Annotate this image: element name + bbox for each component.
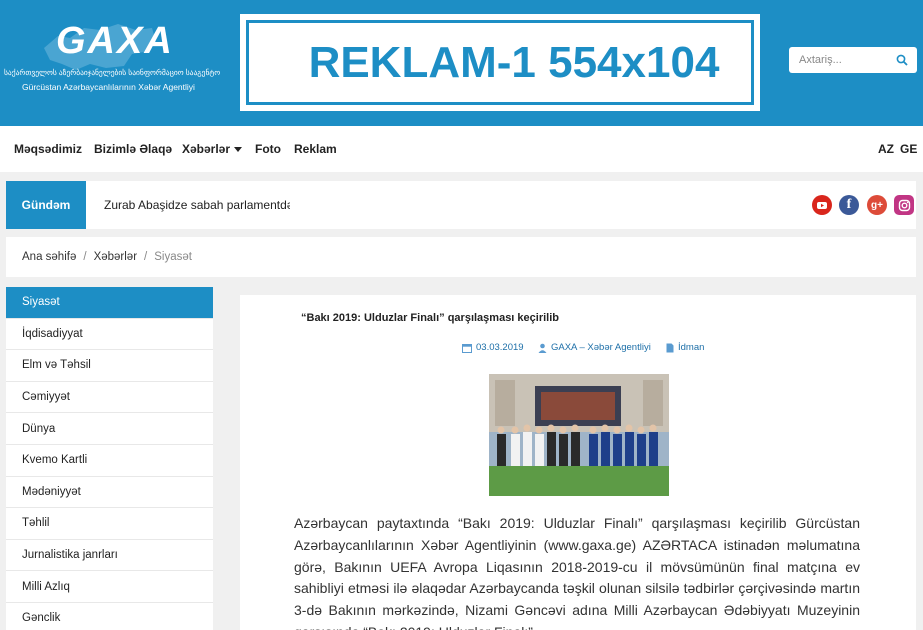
article-photo[interactable] — [489, 374, 669, 496]
nav-item-elaqe[interactable]: Bizimlə Əlaqə — [94, 142, 172, 156]
site-logo[interactable]: GAXA საქართველოს აზერბაიჯანელების საინფო… — [4, 14, 221, 100]
sidebar-item-iqdisadiyyat[interactable]: İqdisadiyyat — [6, 319, 213, 351]
instagram-icon — [898, 199, 910, 211]
article-author: GAXA – Xəbər Agentliyi — [538, 342, 651, 353]
ad-banner-frame: REKLAM-1 554x104 — [246, 20, 754, 105]
article-body: Azərbaycan paytaxtında “Bakı 2019: Ulduz… — [294, 515, 860, 630]
document-icon — [666, 343, 674, 352]
article-date-text: 03.03.2019 — [476, 342, 524, 353]
chevron-down-icon — [234, 147, 243, 153]
breadcrumb-xeberler[interactable]: Xəbərlər — [94, 251, 137, 263]
search-icon — [896, 54, 908, 66]
search-input[interactable] — [789, 48, 889, 72]
sidebar-item-medeniyyet[interactable]: Mədəniyyət — [6, 477, 213, 509]
ticker-label: Gündəm — [6, 181, 86, 229]
news-ticker-bar: Gündəm Zurab Abaşidze sabah parlamentdə … — [6, 181, 916, 229]
sidebar-item-genclik[interactable]: Gənclik — [6, 603, 213, 630]
breadcrumb-separator: / — [83, 251, 87, 263]
sidebar-item-dunya[interactable]: Dünya — [6, 413, 213, 445]
logo-subtitle-georgian: საქართველოს აზერბაიჯანელების საინფორმაცი… — [4, 68, 221, 77]
youtube-icon — [817, 202, 827, 209]
instagram-link[interactable] — [894, 195, 914, 215]
user-icon — [538, 343, 547, 353]
article-date: 03.03.2019 — [462, 342, 524, 353]
sidebar-item-milli-azliq[interactable]: Milli Azlıq — [6, 571, 213, 603]
category-sidebar: Siyasət İqdisadiyyat Elm və Təhsil Cəmiy… — [6, 287, 213, 630]
nav-item-xeberler-label: Xəbərlər — [182, 142, 231, 156]
sidebar-item-elm-ve-tehsil[interactable]: Elm və Təhsil — [6, 350, 213, 382]
calendar-icon — [462, 343, 472, 353]
breadcrumb: Ana səhifə / Xəbərlər / Siyasət — [6, 237, 916, 277]
main-nav: Məqsədimiz Bizimlə Əlaqə Xəbərlər Foto R… — [0, 126, 923, 172]
article-category: İdman — [666, 342, 704, 353]
search-button[interactable] — [889, 47, 915, 73]
sidebar-item-tehlil[interactable]: Təhlil — [6, 508, 213, 540]
search-box — [789, 47, 917, 73]
facebook-icon: f — [846, 197, 852, 212]
breadcrumb-separator: / — [144, 251, 148, 263]
google-plus-icon: g+ — [871, 199, 883, 211]
ticker-headline[interactable]: Zurab Abaşidze sabah parlamentdə çıxış e… — [104, 198, 290, 212]
nav-item-reklam[interactable]: Reklam — [294, 142, 337, 156]
sidebar-item-jurnalistika[interactable]: Jurnalistika janrları — [6, 540, 213, 572]
sidebar-item-kvemo-kartli[interactable]: Kvemo Kartli — [6, 445, 213, 477]
nav-item-xeberler[interactable]: Xəbərlər — [182, 142, 243, 156]
logo-wordmark: GAXA — [56, 20, 174, 62]
article-author-text[interactable]: GAXA – Xəbər Agentliyi — [551, 342, 651, 353]
lang-ge-link[interactable]: GE — [900, 142, 917, 156]
article-photo-image — [489, 374, 669, 496]
article-title: “Bakı 2019: Ulduzlar Finalı” qarşılaşmas… — [301, 312, 560, 324]
sidebar-item-siyaset[interactable]: Siyasət — [6, 287, 213, 319]
nav-item-meqsedimiz[interactable]: Məqsədimiz — [14, 142, 82, 156]
sidebar-item-cemiyyet[interactable]: Cəmiyyət — [6, 382, 213, 414]
article-category-text[interactable]: İdman — [678, 342, 704, 353]
nav-item-foto[interactable]: Foto — [255, 142, 281, 156]
logo-subtitle-azerbaijani: Gürcüstan Azərbaycanlılarının Xəbər Agen… — [22, 82, 195, 92]
ad-banner-text: REKLAM-1 554x104 — [308, 37, 720, 87]
youtube-link[interactable] — [812, 195, 832, 215]
article-panel: “Bakı 2019: Ulduzlar Finalı” qarşılaşmas… — [240, 295, 916, 630]
google-plus-link[interactable]: g+ — [867, 195, 887, 215]
site-header: GAXA საქართველოს აზერბაიჯანელების საინფო… — [0, 0, 923, 126]
breadcrumb-current: Siyasət — [154, 251, 192, 263]
lang-az-link[interactable]: AZ — [878, 142, 894, 156]
ad-banner[interactable]: REKLAM-1 554x104 — [240, 14, 760, 111]
breadcrumb-home[interactable]: Ana səhifə — [22, 251, 76, 263]
facebook-link[interactable]: f — [839, 195, 859, 215]
